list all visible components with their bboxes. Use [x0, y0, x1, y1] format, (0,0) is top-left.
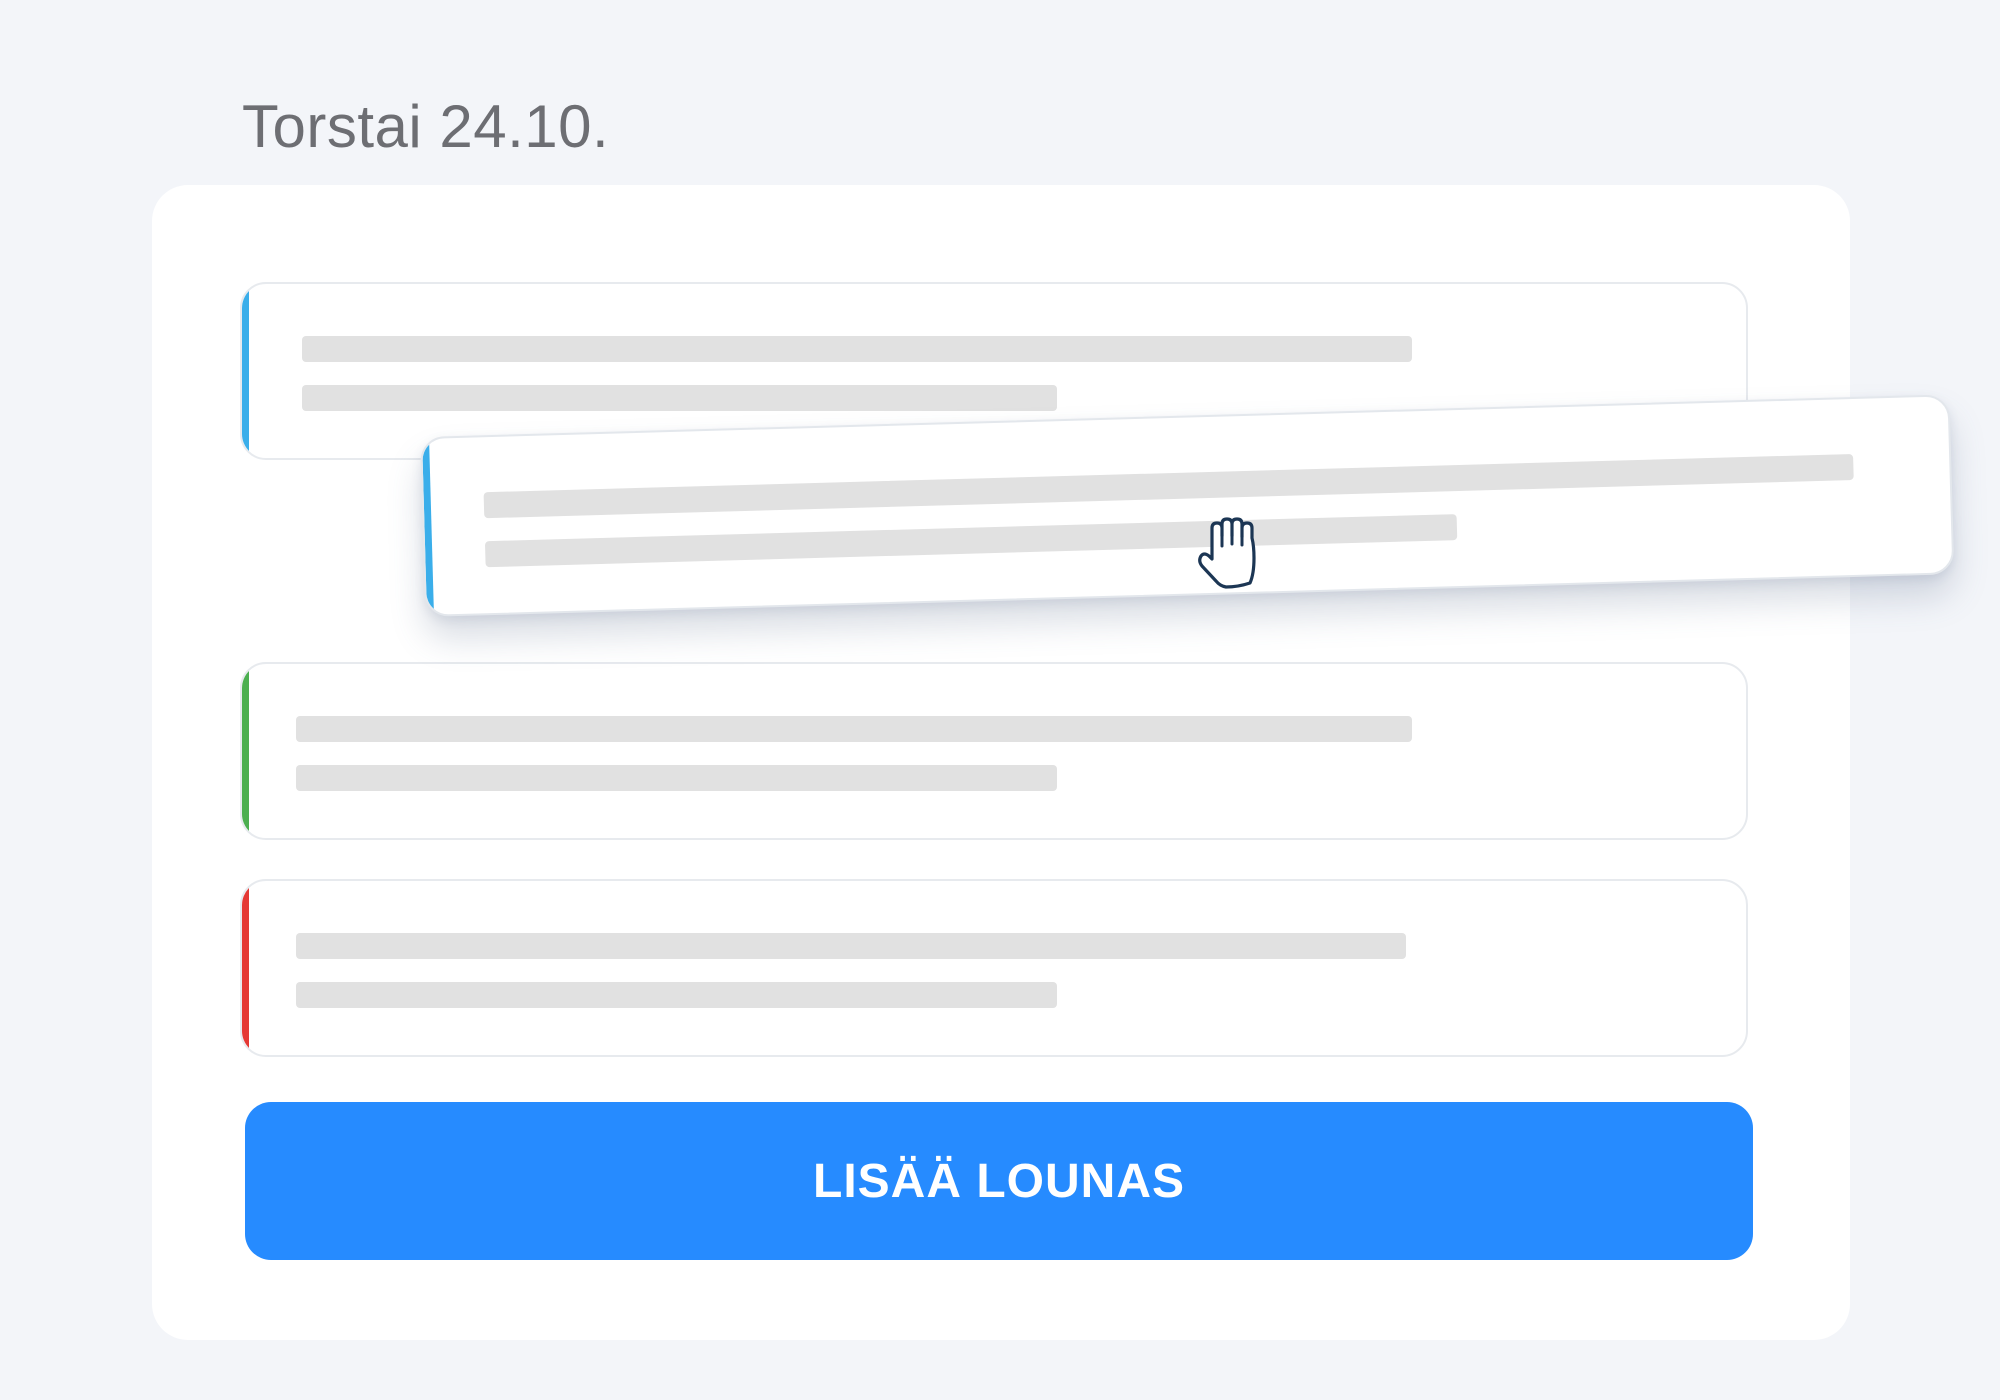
skeleton-line [484, 514, 1458, 568]
day-heading: Torstai 24.10. [242, 93, 610, 160]
skeleton-line [296, 765, 1057, 791]
lunch-panel: LISÄÄ LOUNAS [152, 185, 1850, 1340]
skeleton-line [302, 336, 1412, 362]
lunch-card-accent [422, 438, 434, 615]
lunch-card-3[interactable] [240, 662, 1748, 840]
skeleton-line [296, 716, 1412, 742]
skeleton-line [296, 982, 1057, 1008]
lunch-card-4[interactable] [240, 879, 1748, 1057]
lunch-card-accent [242, 284, 249, 458]
skeleton-line [302, 385, 1057, 411]
skeleton-line [296, 933, 1406, 959]
skeleton-line [483, 453, 1854, 519]
lunch-card-accent [242, 881, 249, 1055]
add-lunch-button[interactable]: LISÄÄ LOUNAS [245, 1102, 1753, 1260]
grab-hand-icon [1198, 517, 1256, 589]
lunch-card-accent [242, 664, 249, 838]
